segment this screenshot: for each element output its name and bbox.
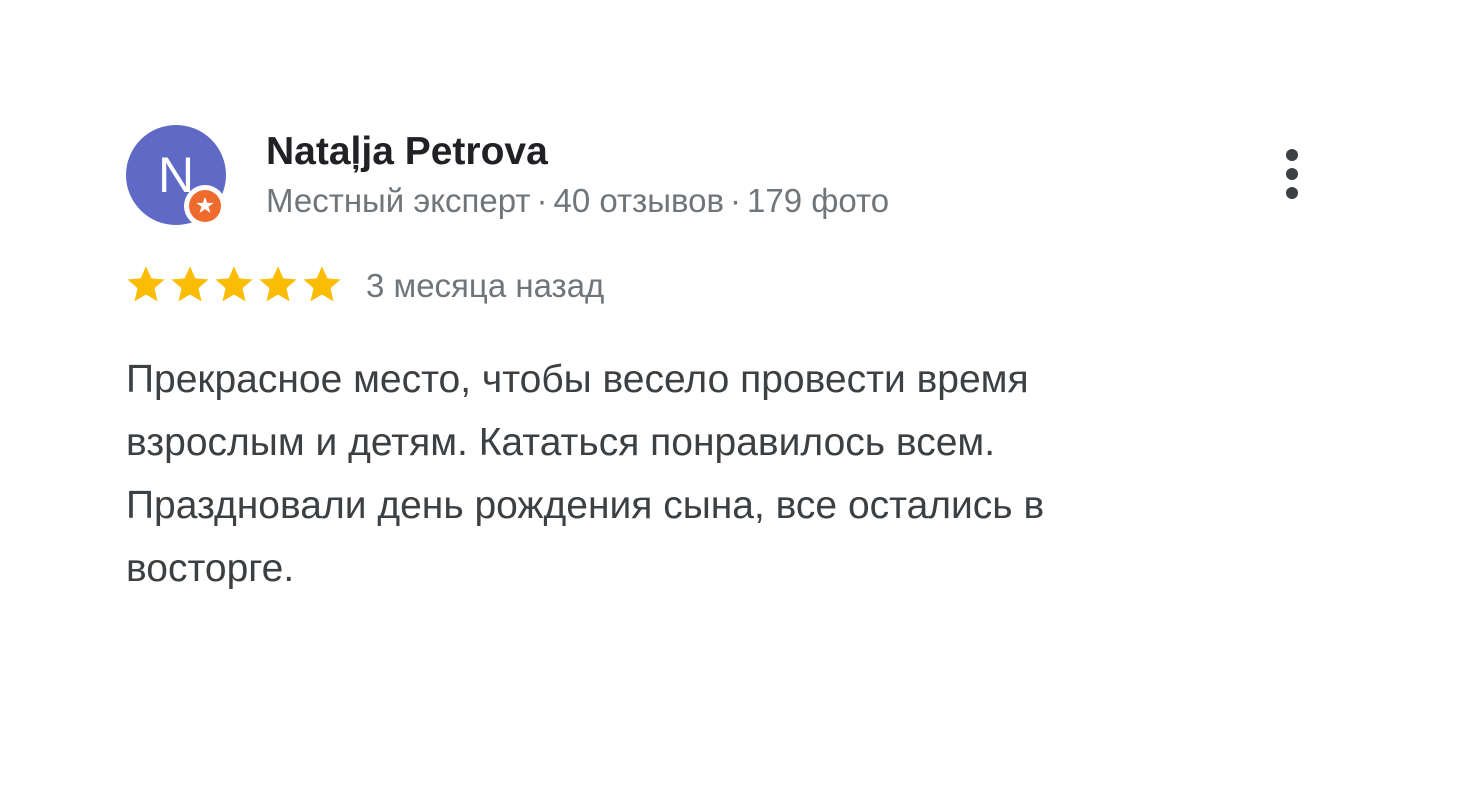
more-options-button[interactable]: [1270, 144, 1314, 204]
meta-separator: ·: [730, 182, 741, 219]
more-vertical-icon: [1286, 168, 1298, 180]
review-text-line: восторге.: [126, 547, 295, 590]
reviewer-photo-count: 179 фото: [747, 182, 890, 219]
star-icon: [127, 266, 165, 302]
more-vertical-icon: [1286, 187, 1298, 199]
review-text-line: Праздновали день рождения сына, все оста…: [126, 484, 1045, 527]
star-icon: [259, 266, 297, 302]
star-icon: [171, 266, 209, 302]
review-text: Прекрасное место, чтобы весело провести …: [126, 348, 1246, 600]
review-text-line: Прекрасное место, чтобы весело провести …: [126, 358, 1029, 401]
local-guide-star-icon: [189, 190, 221, 222]
reviewer-badge-label: Местный эксперт: [266, 182, 531, 219]
meta-separator: ·: [536, 182, 548, 219]
review-text-line: взрослым и детям. Кататься понравилось в…: [126, 421, 996, 464]
review-card: N Nataļja Petrova Местный эксперт · 40 отз…: [0, 0, 1460, 800]
local-guide-badge: [184, 185, 226, 227]
star-rating: [124, 263, 344, 307]
star-icon: [215, 266, 253, 302]
star-icon: [303, 266, 341, 302]
reviewer-meta: Местный эксперт · 40 отзывов · 179 фото: [266, 181, 889, 221]
review-date: 3 месяца назад: [366, 267, 605, 304]
reviewer-name[interactable]: Nataļja Petrova: [266, 128, 548, 176]
more-vertical-icon: [1286, 149, 1298, 161]
reviewer-review-count: 40 отзывов: [553, 182, 724, 219]
